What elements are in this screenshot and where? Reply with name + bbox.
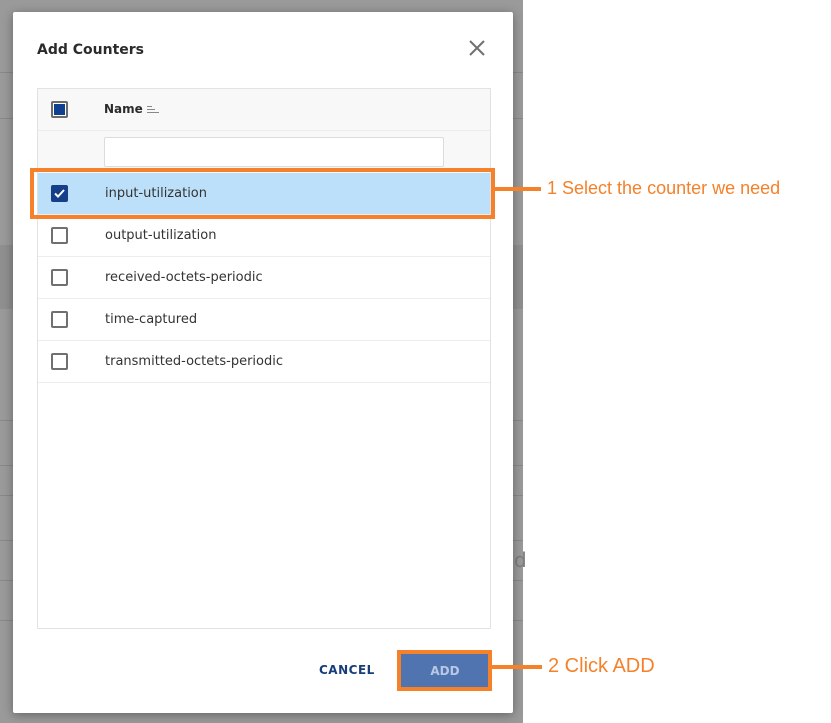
row-label: time-captured	[105, 312, 198, 327]
add-button[interactable]: ADD	[401, 653, 489, 688]
row-checkbox[interactable]	[51, 227, 68, 244]
close-icon	[469, 40, 485, 56]
row-checkbox[interactable]	[51, 353, 68, 370]
close-button[interactable]	[467, 38, 487, 58]
select-all-checkbox[interactable]	[51, 101, 68, 118]
row-label: transmitted-octets-periodic	[105, 354, 284, 369]
table-row[interactable]: output-utilization	[38, 215, 490, 257]
row-label: input-utilization	[105, 186, 207, 201]
counters-table: Name input-utilization output-utilizatio…	[37, 88, 491, 629]
name-filter-input[interactable]	[104, 137, 444, 167]
dialog-title: Add Counters	[37, 42, 145, 58]
background-text-fragment: d	[514, 548, 527, 572]
row-checkbox[interactable]	[51, 185, 68, 202]
add-counters-dialog: Add Counters Name input-utilization outp…	[13, 12, 513, 713]
filter-row	[38, 131, 490, 173]
checkmark-icon	[54, 189, 65, 198]
table-row[interactable]: transmitted-octets-periodic	[38, 341, 490, 383]
table-row[interactable]: time-captured	[38, 299, 490, 341]
row-checkbox[interactable]	[51, 269, 68, 286]
column-header-name[interactable]: Name	[104, 102, 143, 116]
sort-icon[interactable]	[147, 105, 159, 115]
table-row[interactable]: received-octets-periodic	[38, 257, 490, 299]
table-header: Name	[38, 89, 490, 131]
annotation-connector-1	[495, 187, 541, 191]
row-checkbox[interactable]	[51, 311, 68, 328]
annotation-step-1: 1 Select the counter we need	[547, 178, 781, 198]
annotation-step-2: 2 Click ADD	[548, 655, 655, 677]
row-label: output-utilization	[105, 228, 217, 243]
row-label: received-octets-periodic	[105, 270, 263, 285]
table-row[interactable]: input-utilization	[38, 173, 490, 215]
annotation-connector-2	[492, 665, 542, 669]
cancel-button[interactable]: CANCEL	[319, 663, 375, 677]
